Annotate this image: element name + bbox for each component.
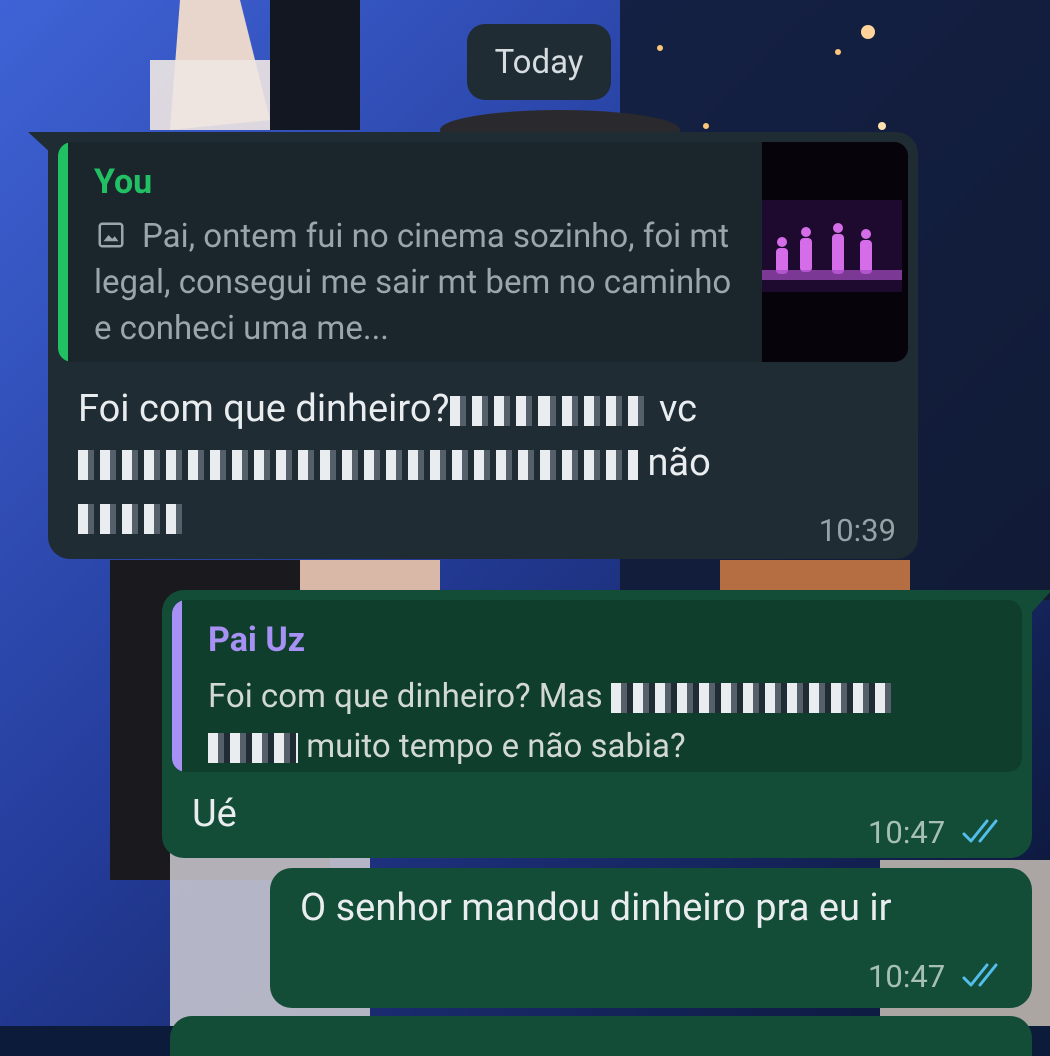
double-check-read-icon (962, 963, 998, 987)
quote-author: Pai Uz (208, 620, 306, 660)
outgoing-message-bubble-partial[interactable] (170, 1016, 1032, 1056)
quote-text: Foi com que dinheiro? Mas muito tempo e … (208, 672, 1008, 772)
quote-accent-bar (172, 600, 182, 772)
redacted-text (539, 395, 650, 426)
redacted-text (208, 733, 298, 764)
outgoing-quoted-reply[interactable]: Pai Uz Foi com que dinheiro? Mas muito t… (172, 600, 1022, 772)
quoted-image-thumbnail[interactable] (762, 142, 908, 362)
redacted-text (449, 395, 540, 426)
outgoing-message-text: Ué (192, 792, 237, 836)
redacted-text (78, 449, 638, 480)
incoming-message-text: Foi com que dinheiro? vc não (78, 382, 838, 544)
outgoing-bubble-tail (1032, 590, 1050, 612)
redacted-text (610, 683, 891, 714)
outgoing-message-text: O senhor mandou dinheiro pra eu ir (300, 886, 892, 930)
quote-author: You (94, 162, 153, 202)
quote-accent-bar (58, 142, 68, 362)
outgoing-message-time: 10:47 (868, 958, 946, 995)
double-check-read-icon (962, 819, 998, 843)
quote-text: Pai, ontem fui no cinema sozinho, foi mt… (94, 217, 732, 348)
incoming-quoted-reply[interactable]: You Pai, ontem fui no cinema sozinho, fo… (58, 142, 908, 362)
date-chip: Today (467, 24, 611, 100)
redacted-text (78, 503, 188, 534)
outgoing-message-time: 10:47 (868, 814, 946, 851)
date-label: Today (494, 42, 584, 82)
incoming-message-time: 10:39 (818, 512, 896, 549)
